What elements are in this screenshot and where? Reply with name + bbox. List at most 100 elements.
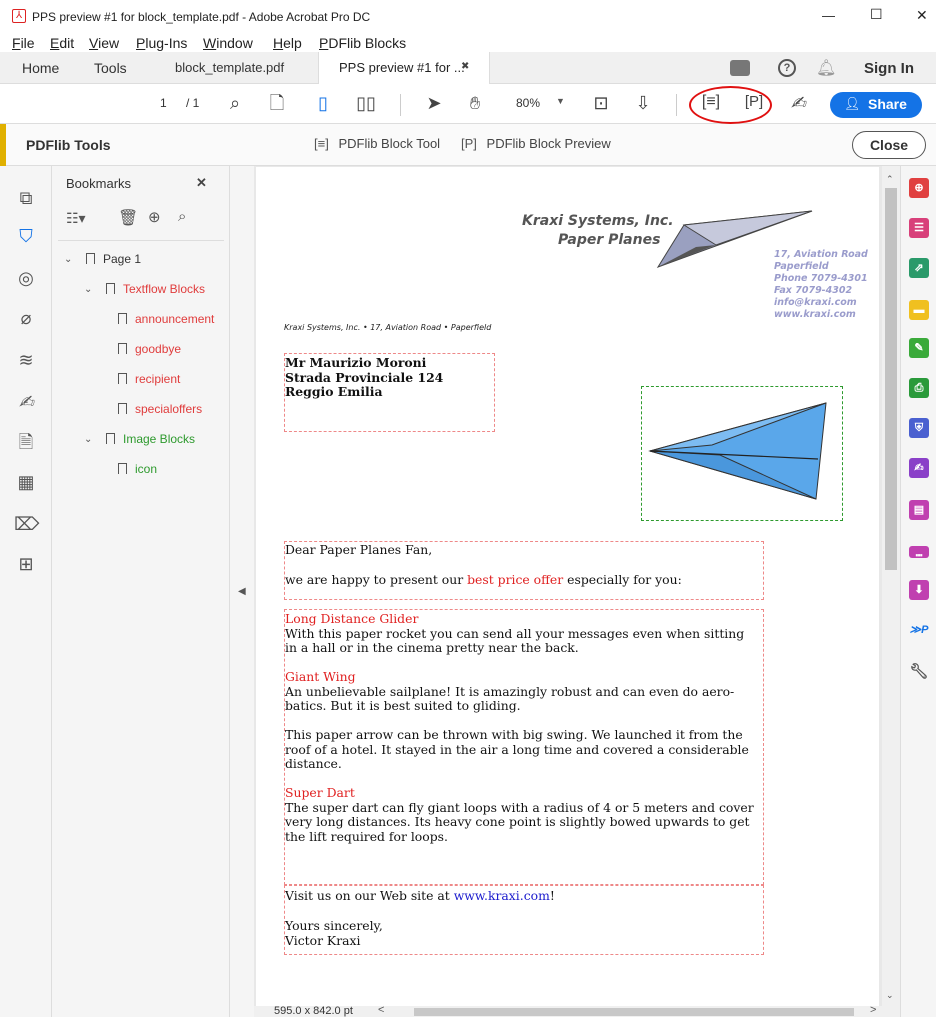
expand-chevron-icon[interactable]: ⌄ bbox=[84, 434, 92, 445]
tab-bar: Home Tools block_template.pdf PPS previe… bbox=[0, 52, 936, 85]
bookmark-announcement[interactable]: announcement bbox=[118, 312, 214, 326]
bookmark-textflow-blocks[interactable]: Textflow Blocks bbox=[106, 282, 205, 296]
bookmark-image-blocks[interactable]: Image Blocks bbox=[106, 432, 195, 446]
right-tools-rail: ⊕ ☰ ⇗ ▬ ✎ ⎙ ⛨ ✍︎ ▤ ┅ ⬇ ≫P 🔧︎ bbox=[900, 166, 936, 1017]
measure-icon[interactable]: ┅ bbox=[909, 546, 929, 562]
bookmark-icon bbox=[118, 403, 127, 414]
scroll-thumb[interactable] bbox=[885, 188, 897, 570]
offer-title: Super Dart bbox=[285, 785, 355, 800]
help-icon[interactable]: ? bbox=[778, 59, 796, 77]
pdflib-plugin-icon[interactable]: ≫P bbox=[909, 620, 929, 640]
export-pdf-icon[interactable]: ⇗ bbox=[909, 258, 929, 278]
menu-plug-ins[interactable]: Plug-Ins bbox=[136, 35, 187, 51]
tab-close-icon[interactable]: ✖ bbox=[461, 61, 469, 72]
single-page-icon[interactable]: ▯ bbox=[312, 93, 334, 113]
content-tree-icon[interactable]: ⊞ bbox=[14, 552, 38, 576]
page-number-input[interactable]: 1 bbox=[160, 96, 167, 110]
share-button[interactable]: 👤︎ Share bbox=[830, 92, 922, 118]
tag-icon[interactable]: ⌦ bbox=[14, 512, 39, 536]
bookmark-page-1[interactable]: Page 1 bbox=[86, 252, 141, 266]
scroll-up-icon[interactable]: ⌃ bbox=[886, 174, 894, 185]
bookmark-icon bbox=[106, 433, 115, 444]
two-page-icon[interactable]: ▯▯ bbox=[354, 93, 378, 113]
tab-pps-preview-label: PPS preview #1 for ... bbox=[339, 60, 465, 75]
website-link[interactable]: www.kraxi.com bbox=[454, 888, 550, 903]
scroll-mode-icon[interactable]: ⇩ bbox=[632, 93, 654, 113]
zoom-dropdown[interactable]: 80% ▼ bbox=[510, 95, 568, 115]
tab-home[interactable]: Home bbox=[22, 52, 59, 84]
delete-bookmark-icon[interactable]: 🗑︎ bbox=[118, 208, 138, 228]
document-icon[interactable]: 🗎︎ bbox=[14, 430, 38, 454]
vertical-scrollbar[interactable]: ⌃ ⌄ bbox=[882, 166, 900, 1006]
address-line: 17, Aviation Road bbox=[774, 249, 868, 260]
compare-icon[interactable]: ▦ bbox=[14, 470, 38, 494]
bookmark-recipient[interactable]: recipient bbox=[118, 372, 180, 386]
scroll-down-icon[interactable]: ⌄ bbox=[886, 990, 894, 1001]
comment-icon[interactable] bbox=[730, 60, 750, 76]
horizontal-scroll-thumb[interactable] bbox=[414, 1008, 854, 1016]
offer-title: Long Distance Glider bbox=[285, 611, 419, 626]
stamp-icon[interactable]: ⬇ bbox=[909, 580, 929, 600]
bookmark-options-icon[interactable]: ☷▾ bbox=[66, 210, 86, 227]
bookmark-icon bbox=[86, 253, 95, 264]
specialoffers-text: Long Distance Glider With this paper roc… bbox=[285, 611, 754, 844]
menu-view[interactable]: View bbox=[89, 35, 119, 51]
attachment-icon[interactable]: ⌀ bbox=[14, 306, 38, 330]
protect-icon[interactable]: ⛨ bbox=[909, 418, 929, 438]
expand-chevron-icon[interactable]: ⌄ bbox=[64, 254, 72, 265]
notification-bell-icon[interactable]: 🔔︎ bbox=[816, 58, 836, 78]
prepare-form-icon[interactable]: ▤ bbox=[909, 500, 929, 520]
expand-chevron-icon[interactable]: ⌄ bbox=[84, 284, 92, 295]
layers-icon[interactable]: ◎ bbox=[14, 266, 38, 290]
hand-tool-icon[interactable]: ✋︎ bbox=[464, 93, 486, 113]
select-cursor-icon[interactable]: ➤ bbox=[424, 93, 444, 113]
close-tools-button[interactable]: Close bbox=[852, 131, 926, 159]
bookmarks-panel: Bookmarks ✕ ☷▾ 🗑︎ ⊕ ⌕ ⌄ Page 1 ⌄ Textflo… bbox=[52, 166, 230, 1017]
bookmark-specialoffers[interactable]: specialoffers bbox=[118, 402, 202, 416]
collapse-panel-icon[interactable]: ◀ bbox=[238, 586, 246, 597]
close-window-button[interactable]: ✕ bbox=[916, 7, 928, 24]
more-tools-icon[interactable]: 🔧︎ bbox=[909, 662, 929, 682]
menu-pdflib-blocks[interactable]: PDFlib Blocks bbox=[319, 35, 406, 51]
visit-text: Visit us on our Web site at bbox=[285, 888, 454, 903]
create-pdf-icon[interactable]: ⊕ bbox=[909, 178, 929, 198]
comment-tool-icon[interactable]: ▬ bbox=[909, 300, 929, 320]
page-view-icon[interactable]: 🗋︎ bbox=[266, 93, 288, 113]
scroll-right-icon[interactable]: > bbox=[870, 1004, 876, 1016]
intro-line: we are happy to present our best price o… bbox=[285, 572, 682, 588]
block-preview-icon: [P] bbox=[461, 136, 477, 151]
toolbar-divider bbox=[676, 94, 677, 116]
close-panel-icon[interactable]: ✕ bbox=[196, 175, 207, 191]
pdflib-block-tool-button[interactable]: [≡] PDFlib Block Tool bbox=[314, 136, 440, 151]
organize-pages-icon[interactable]: ☰ bbox=[909, 218, 929, 238]
scroll-left-icon[interactable]: < bbox=[378, 1004, 384, 1016]
tab-pps-preview[interactable]: PPS preview #1 for ... ✖ bbox=[318, 52, 490, 85]
menu-file[interactable]: File bbox=[12, 35, 35, 51]
find-bookmark-icon[interactable]: ⌕ bbox=[178, 208, 186, 225]
bookmark-icon[interactable]: ⛉ bbox=[14, 224, 38, 248]
tab-block-template[interactable]: block_template.pdf bbox=[175, 52, 284, 84]
bookmark-icon-block[interactable]: icon bbox=[118, 462, 157, 476]
menu-help[interactable]: Help bbox=[273, 35, 302, 51]
minimize-button[interactable]: — bbox=[822, 8, 835, 23]
menu-window[interactable]: Window bbox=[203, 35, 253, 51]
pdflib-block-preview-button[interactable]: [P] PDFlib Block Preview bbox=[461, 136, 611, 151]
bookmark-goodbye[interactable]: goodbye bbox=[118, 342, 181, 356]
tab-tools[interactable]: Tools bbox=[94, 52, 127, 84]
new-bookmark-icon[interactable]: ⊕ bbox=[148, 208, 161, 226]
sign-icon[interactable]: ✍︎ bbox=[786, 93, 810, 113]
offer-line: roof of a hotel. It stayed in the air a … bbox=[285, 741, 749, 757]
page-thumbnails-icon[interactable]: ⧉ bbox=[14, 186, 38, 210]
zoom-value: 80% bbox=[516, 96, 541, 110]
marquee-zoom-icon[interactable]: ⌕ bbox=[224, 93, 246, 113]
signature-icon[interactable]: ✍︎ bbox=[14, 390, 38, 414]
greeting: Dear Paper Planes Fan, bbox=[285, 542, 433, 557]
edit-pdf-icon[interactable]: ✎ bbox=[909, 338, 929, 358]
print-production-icon[interactable]: ⎙ bbox=[909, 378, 929, 398]
fit-page-icon[interactable]: ⊡ bbox=[590, 93, 612, 113]
sign-in-link[interactable]: Sign In bbox=[864, 60, 914, 77]
maximize-button[interactable]: ☐ bbox=[870, 6, 883, 23]
layers-stack-icon[interactable]: ≋ bbox=[14, 348, 38, 372]
fill-sign-icon[interactable]: ✍︎ bbox=[909, 458, 929, 478]
menu-edit[interactable]: Edit bbox=[50, 35, 74, 51]
